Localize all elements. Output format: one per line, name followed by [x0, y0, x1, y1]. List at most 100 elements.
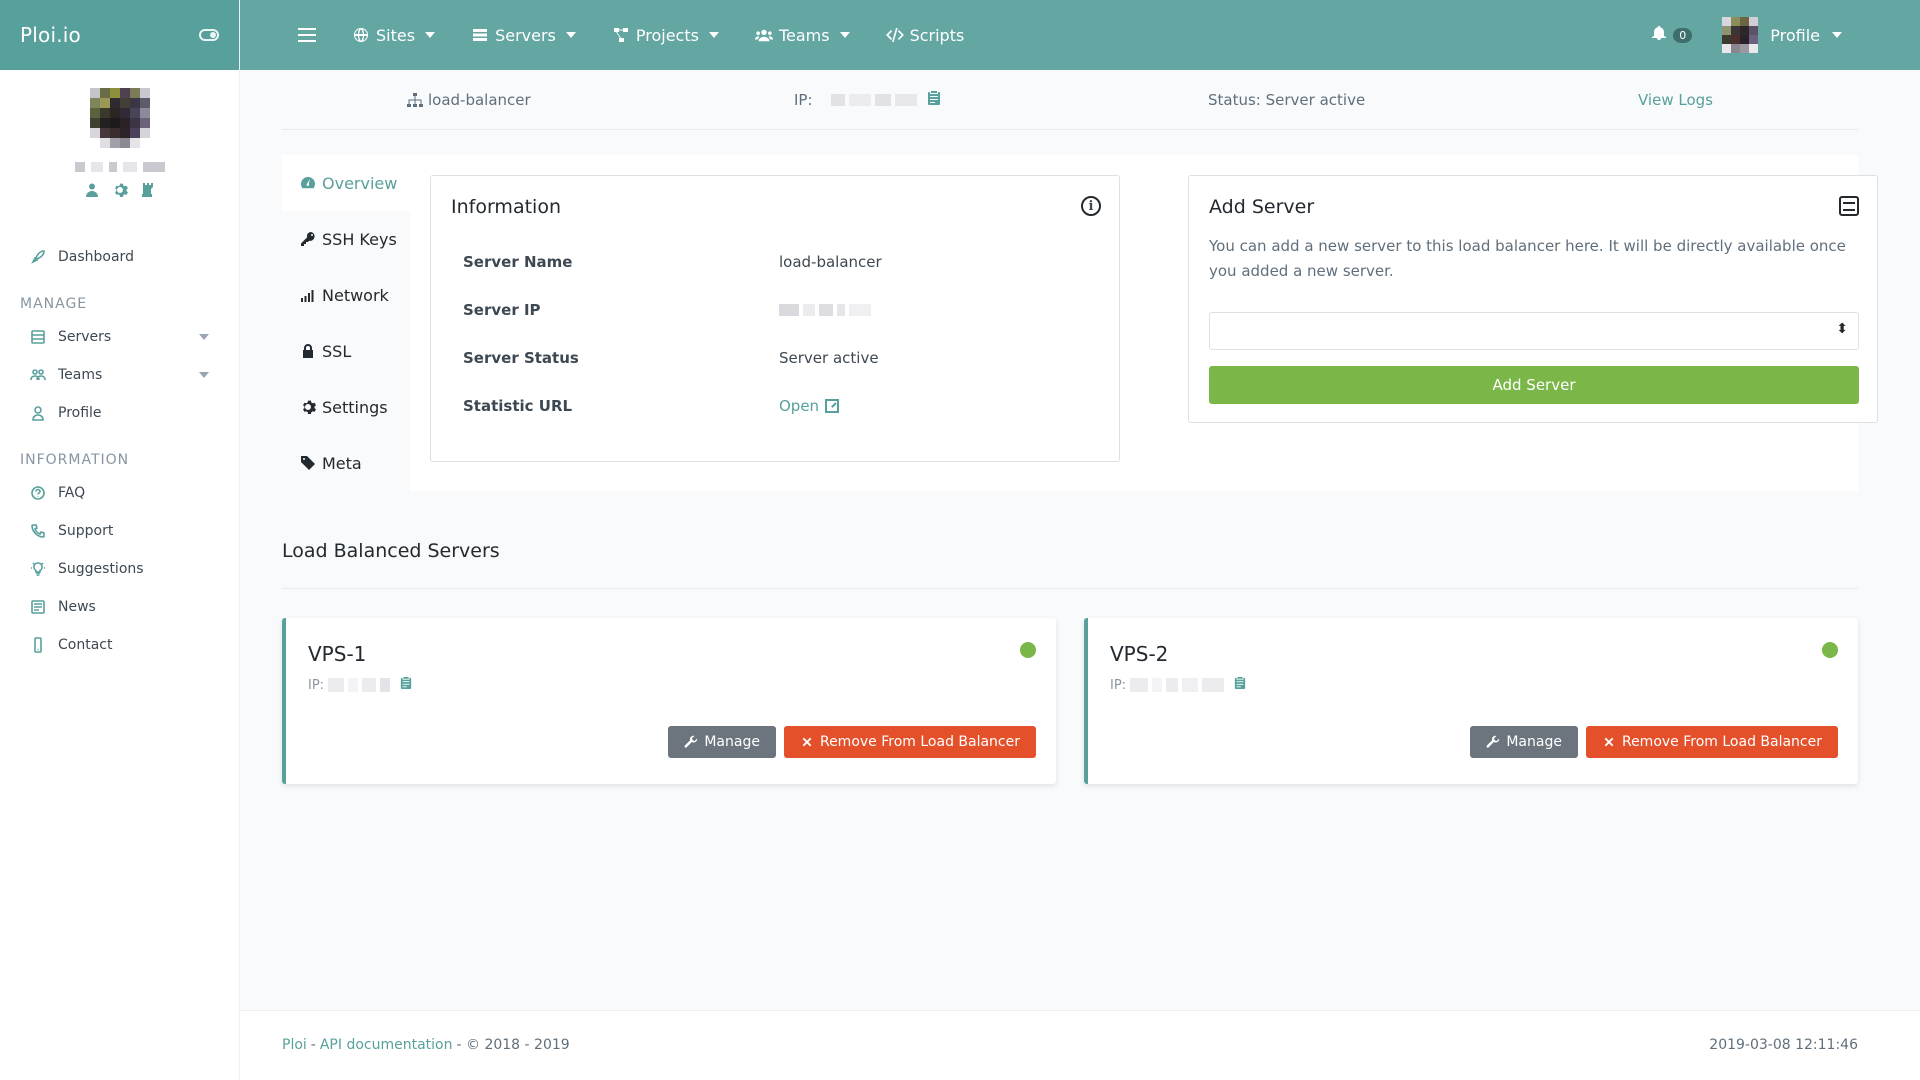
sidebar-item-teams[interactable]: Teams	[0, 356, 239, 394]
load-balanced-title: Load Balanced Servers	[282, 540, 500, 562]
info-row-statistic-url: Statistic URL Open	[451, 382, 1099, 430]
info-key: Server Status	[463, 349, 579, 367]
vps-actions: Manage Remove From Load Balancer	[668, 726, 1036, 758]
notification-count-badge[interactable]: 0	[1673, 27, 1693, 43]
topnav-sites[interactable]: Sites	[352, 25, 436, 45]
topnav-label: Servers	[495, 25, 556, 45]
manage-button[interactable]: Manage	[668, 726, 776, 758]
ip-label: IP:	[308, 677, 325, 693]
menu-icon[interactable]	[298, 28, 316, 42]
cog-icon[interactable]	[112, 182, 128, 198]
brand-bar: Ploi.io	[0, 0, 239, 70]
server-select[interactable]	[1209, 312, 1859, 350]
topnav-teams[interactable]: Teams	[754, 26, 850, 45]
username	[74, 162, 165, 172]
tab-label: SSL	[322, 341, 352, 361]
tab-ssl[interactable]: SSL	[282, 323, 410, 379]
clipboard-icon[interactable]	[390, 676, 412, 694]
topnav-servers[interactable]: Servers	[471, 26, 576, 45]
wrench-icon	[684, 735, 698, 748]
cog-icon	[303, 400, 316, 414]
tab-settings[interactable]: Settings	[282, 379, 410, 435]
sidebar-section-information: INFORMATION	[20, 452, 130, 468]
tachometer-icon	[301, 177, 315, 189]
avatar[interactable]	[1722, 17, 1759, 53]
info-row-server-name: Server Name load-balancer	[451, 238, 1099, 286]
information-title: Information	[451, 196, 561, 218]
tab-meta[interactable]: Meta	[282, 435, 410, 491]
chess-rook-icon[interactable]	[140, 182, 156, 198]
vps-card: VPS-2 IP: Manage Remove From Load Balanc…	[1084, 618, 1858, 784]
chevron-down-icon[interactable]	[199, 334, 209, 340]
code-icon	[885, 28, 904, 42]
remove-from-load-balancer-button[interactable]: Remove From Load Balancer	[1585, 726, 1838, 758]
hostname-text: load-balancer	[428, 90, 531, 109]
info-key: Statistic URL	[463, 397, 573, 415]
ploi-link[interactable]: Ploi	[282, 1037, 307, 1053]
server-infobar: load-balancer IP: Status: Server active …	[282, 70, 1858, 130]
sidebar-item-profile[interactable]: Profile	[0, 394, 239, 432]
sidebar-item-servers[interactable]: Servers	[0, 318, 239, 356]
lightbulb-icon	[30, 561, 46, 577]
bell-icon[interactable]	[1651, 25, 1667, 45]
main-content: load-balancer IP: Status: Server active …	[240, 70, 1920, 1080]
sidebar-item-label: Support	[58, 523, 114, 539]
remove-from-load-balancer-button[interactable]: Remove From Load Balancer	[783, 726, 1036, 758]
close-icon	[1604, 737, 1614, 747]
topnav-scripts[interactable]: Scripts	[885, 26, 964, 45]
chevron-down-icon[interactable]	[199, 372, 209, 378]
sidebar-item-contact[interactable]: Contact	[0, 626, 239, 664]
remove-label: Remove From Load Balancer	[1621, 734, 1822, 750]
user-block	[0, 70, 239, 198]
sidebar-section-manage: MANAGE	[20, 296, 88, 312]
sidebar-item-faq[interactable]: FAQ	[0, 474, 239, 512]
statistic-url-link[interactable]: Open	[779, 397, 840, 415]
topbar: Sites Servers Projects Teams Scripts 0 P…	[240, 0, 1920, 70]
info-value: Server active	[779, 349, 879, 367]
tab-overview[interactable]: Overview	[282, 155, 410, 211]
footer-links: Ploi - API documentation - © 2018 - 2019	[282, 1037, 570, 1053]
view-logs-link[interactable]: View Logs	[1638, 91, 1713, 109]
chevron-down-icon[interactable]	[1832, 32, 1842, 38]
server-hostname: load-balancer	[406, 91, 531, 109]
ip-label: IP:	[794, 90, 813, 109]
manage-button[interactable]: Manage	[1470, 726, 1578, 758]
project-diagram-icon	[613, 28, 628, 42]
user-tie-icon[interactable]	[84, 182, 100, 198]
external-link-icon	[825, 399, 840, 413]
tab-network[interactable]: Network	[282, 267, 410, 323]
status-indicator	[1822, 642, 1838, 658]
info-row-server-status: Server Status Server active	[451, 334, 1099, 382]
profile-menu-label[interactable]: Profile	[1770, 26, 1820, 45]
mobile-icon	[30, 637, 46, 653]
topbar-right: 0 Profile	[1651, 17, 1842, 53]
info-icon: i	[1081, 196, 1101, 216]
overview-panel: Information i Server Name load-balancer …	[410, 155, 1878, 491]
rocket-icon	[30, 249, 46, 265]
close-icon	[802, 737, 812, 747]
toggle-icon[interactable]	[199, 29, 219, 41]
tab-label: Overview	[322, 173, 398, 193]
information-card: Information i Server Name load-balancer …	[430, 175, 1120, 462]
tab-ssh-keys[interactable]: SSH Keys	[282, 211, 410, 267]
sidebar-item-label: Profile	[58, 405, 102, 421]
topnav-label: Sites	[376, 25, 416, 45]
sidebar-item-support[interactable]: Support	[0, 512, 239, 550]
sidebar-item-dashboard[interactable]: Dashboard	[0, 238, 239, 276]
topnav-projects[interactable]: Projects	[612, 26, 719, 45]
sidebar-item-label: News	[58, 599, 96, 615]
lock-icon	[303, 344, 313, 358]
open-link-label: Open	[779, 397, 820, 415]
clipboard-icon[interactable]	[1224, 676, 1246, 694]
api-documentation-link[interactable]: API documentation	[320, 1037, 453, 1053]
add-server-button[interactable]: Add Server	[1209, 366, 1859, 404]
add-server-title: Add Server	[1209, 196, 1315, 218]
sidebar-item-news[interactable]: News	[0, 588, 239, 626]
ip-value-redacted	[1130, 678, 1225, 692]
brand-logo[interactable]: Ploi.io	[20, 23, 81, 47]
tab-label: Meta	[322, 453, 362, 473]
clipboard-icon[interactable]	[917, 90, 941, 110]
sidebar-item-suggestions[interactable]: Suggestions	[0, 550, 239, 588]
vps-card: VPS-1 IP: Manage Remove From Load Balanc…	[282, 618, 1056, 784]
phone-icon	[30, 523, 46, 539]
